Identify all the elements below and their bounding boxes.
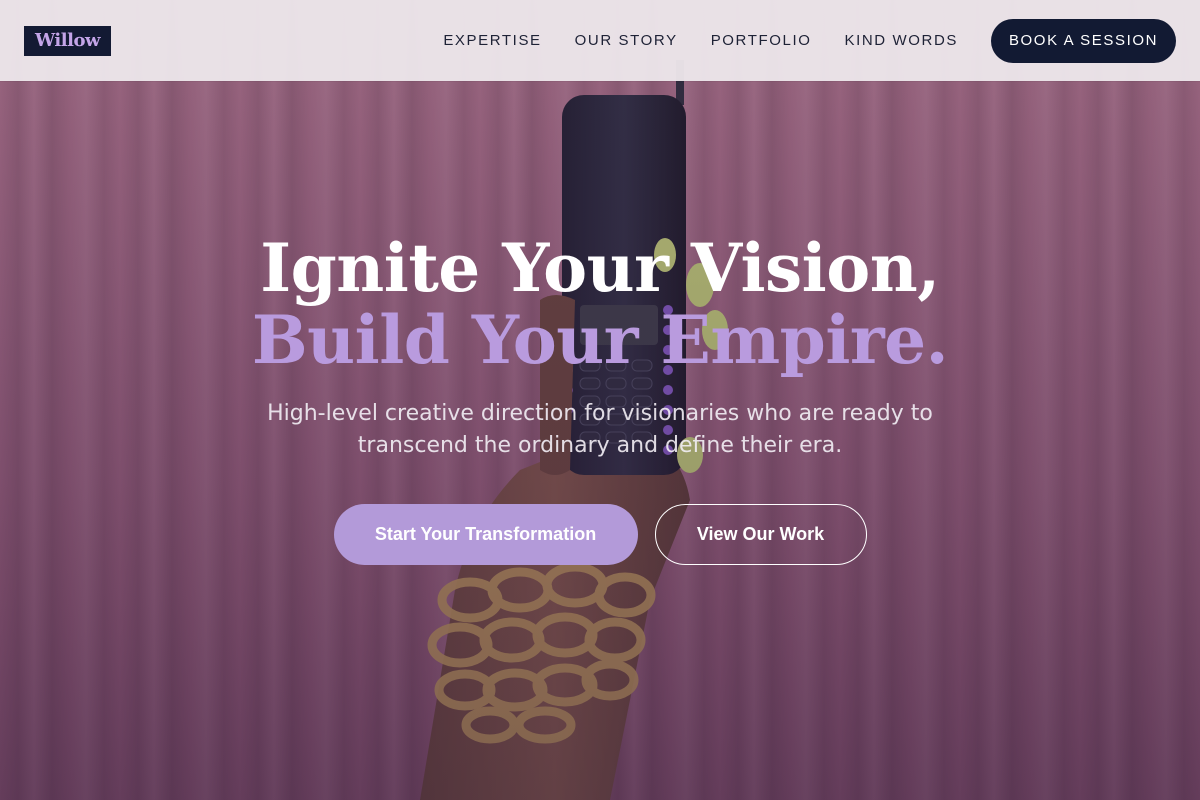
hero-headline: Ignite Your Vision, Build Your Empire. [0, 232, 1200, 376]
nav-link-kind-words[interactable]: KIND WORDS [845, 32, 959, 49]
logo[interactable]: Willow [24, 25, 111, 56]
view-our-work-button[interactable]: View Our Work [654, 504, 867, 565]
top-navbar: Willow EXPERTISE OUR STORY PORTFOLIO KIN… [0, 0, 1200, 81]
hero-subtitle: High-level creative direction for vision… [267, 401, 933, 458]
nav-link-portfolio[interactable]: PORTFOLIO [711, 32, 812, 49]
headline-line-1: Ignite Your Vision, [260, 229, 940, 307]
hero-content: Ignite Your Vision, Build Your Empire. H… [0, 232, 1200, 565]
start-transformation-button[interactable]: Start Your Transformation [333, 504, 638, 565]
book-session-button[interactable]: BOOK A SESSION [991, 18, 1176, 63]
headline-line-2: Build Your Empire. [251, 301, 949, 379]
primary-nav: EXPERTISE OUR STORY PORTFOLIO KIND WORDS… [443, 18, 1176, 63]
nav-link-our-story[interactable]: OUR STORY [575, 32, 678, 49]
hero-cta-group: Start Your Transformation View Our Work [0, 504, 1200, 565]
nav-link-expertise[interactable]: EXPERTISE [443, 32, 541, 49]
